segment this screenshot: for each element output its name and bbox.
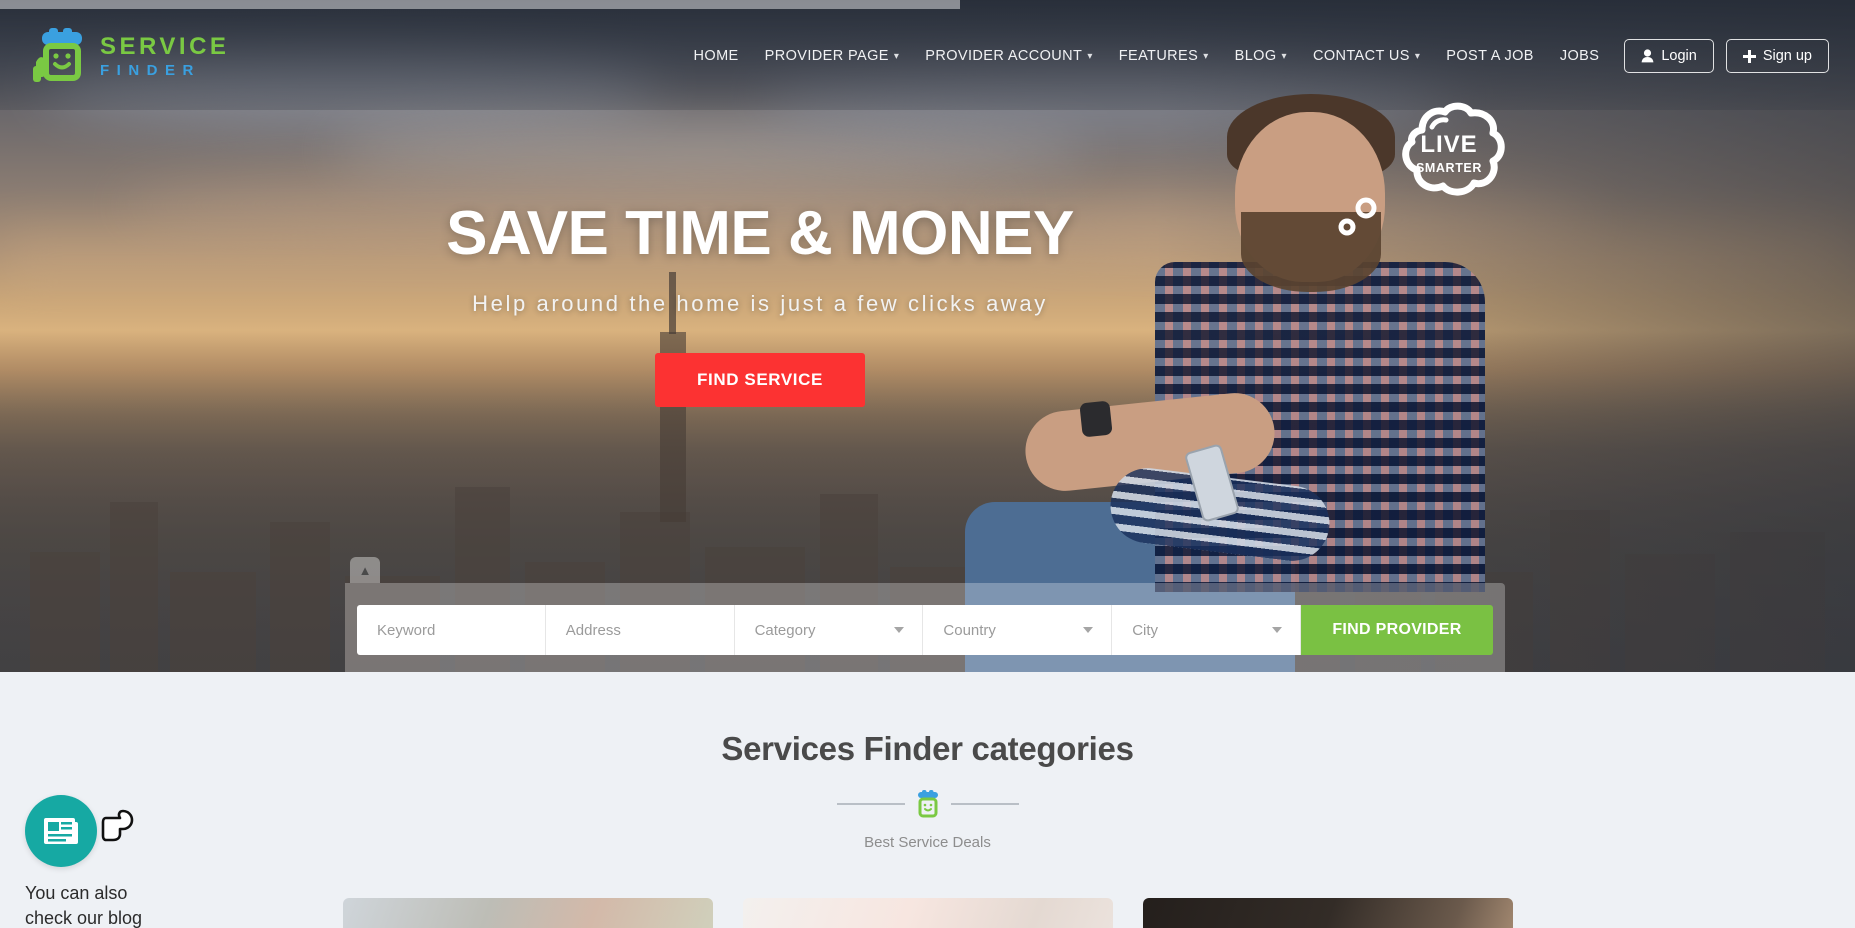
pointing-hand-icon (101, 809, 134, 842)
hero-headline: SAVE TIME & MONEY (446, 199, 1074, 268)
chevron-down-icon (894, 627, 905, 633)
category-cards-row (0, 898, 1855, 928)
nav-item-provider-page[interactable]: PROVIDER PAGE ▾ (752, 48, 913, 64)
bubble-text: LIVE SMARTER (1388, 100, 1510, 208)
main-navigation: HOME PROVIDER PAGE ▾ PROVIDER ACCOUNT ▾ … (681, 39, 1829, 73)
search-select-category[interactable]: Category (734, 605, 924, 655)
search-fields-row: Keyword Address Category Country City FI… (357, 605, 1493, 655)
category-card-1[interactable] (342, 898, 713, 928)
hero-section: LIVE SMARTER SERVICE FINDER HOME PROVIDE… (0, 0, 1855, 672)
blog-widget-text: You can also check our blog (25, 883, 143, 928)
newspaper-icon (44, 818, 78, 844)
search-select-country[interactable]: Country (923, 605, 1113, 655)
search-input-address[interactable]: Address (545, 605, 735, 655)
building (170, 572, 256, 672)
nav-label: PROVIDER ACCOUNT (925, 48, 1083, 64)
nav-label: PROVIDER PAGE (764, 48, 889, 64)
plus-icon (1742, 49, 1756, 63)
nav-item-features[interactable]: FEATURES ▾ (1106, 48, 1222, 64)
chevron-down-icon: ▾ (1281, 51, 1287, 62)
login-button[interactable]: Login (1624, 39, 1714, 73)
country-placeholder: Country (943, 621, 996, 639)
blog-floating-widget[interactable]: You can also check our blog (25, 795, 155, 928)
blog-widget-button[interactable] (25, 795, 97, 867)
hero-copy: SAVE TIME & MONEY Help around the home i… (0, 198, 1520, 407)
hero-subheadline: Help around the home is just a few click… (472, 291, 1048, 316)
keyword-placeholder: Keyword (377, 621, 436, 639)
building (30, 552, 100, 672)
categories-section: Services Finder categories Best Service … (0, 672, 1855, 928)
find-provider-button[interactable]: FIND PROVIDER (1300, 605, 1493, 655)
bubble-line-live: LIVE (1420, 131, 1478, 158)
address-placeholder: Address (565, 621, 621, 639)
nav-label: CONTACT US (1312, 48, 1410, 64)
login-label: Login (1661, 48, 1697, 64)
live-smarter-thought-bubble: LIVE SMARTER (1388, 100, 1510, 208)
categories-subtitle: Best Service Deals (864, 834, 991, 851)
category-card-2[interactable] (742, 898, 1113, 928)
nav-item-provider-account[interactable]: PROVIDER ACCOUNT ▾ (912, 48, 1105, 64)
bubble-line-smarter: SMARTER (1415, 161, 1482, 175)
nav-label: FEATURES (1118, 48, 1199, 64)
search-widget: ▲ Keyword Address Category Country City … (345, 557, 1505, 672)
categories-title: Services Finder categories (721, 730, 1134, 767)
logo-wordmark: SERVICE FINDER (100, 32, 230, 79)
chevron-down-icon (1083, 627, 1094, 633)
signup-button[interactable]: Sign up (1725, 39, 1829, 73)
nav-item-post-a-job[interactable]: POST A JOB (1433, 48, 1547, 64)
site-header: SERVICE FINDER HOME PROVIDER PAGE ▾ PROV… (0, 0, 1855, 112)
signup-label: Sign up (1762, 48, 1812, 64)
search-panel: Keyword Address Category Country City FI… (345, 583, 1505, 672)
nav-item-home[interactable]: HOME (681, 48, 752, 64)
user-icon (1641, 49, 1654, 63)
nav-label: BLOG (1234, 48, 1277, 64)
nav-item-contact-us[interactable]: CONTACT US ▾ (1300, 48, 1433, 64)
nav-label: POST A JOB (1446, 48, 1534, 64)
logo-text-service: SERVICE (100, 32, 230, 60)
city-placeholder: City (1132, 621, 1159, 639)
divider-line-right (950, 803, 1019, 805)
search-collapse-toggle[interactable]: ▲ (350, 557, 380, 583)
category-card-3[interactable] (1142, 898, 1513, 928)
nav-label: HOME (693, 48, 739, 64)
building (110, 502, 158, 672)
nav-item-jobs[interactable]: JOBS (1547, 48, 1612, 64)
thought-bubble-trail-icon (1338, 197, 1377, 236)
building (270, 522, 330, 672)
chevron-up-icon: ▲ (358, 562, 372, 578)
chevron-down-icon: ▾ (1414, 51, 1421, 62)
service-finder-bag-icon (915, 790, 941, 818)
chevron-down-icon (1271, 627, 1282, 633)
logo-text-finder: FINDER (100, 61, 201, 79)
site-logo[interactable]: SERVICE FINDER (30, 26, 229, 86)
page-root: LIVE SMARTER SERVICE FINDER HOME PROVIDE… (0, 0, 1855, 928)
chevron-down-icon: ▾ (893, 51, 900, 62)
top-progress-strip (0, 0, 960, 9)
search-select-city[interactable]: City (1112, 605, 1301, 655)
nav-item-blog[interactable]: BLOG ▾ (1222, 48, 1300, 64)
nav-label: JOBS (1559, 48, 1600, 64)
search-input-keyword[interactable]: Keyword (357, 605, 546, 655)
divider-line-left (836, 803, 905, 805)
find-service-button[interactable]: FIND SERVICE (655, 353, 865, 407)
section-divider (0, 790, 1855, 818)
chevron-down-icon: ▾ (1087, 51, 1093, 62)
category-placeholder: Category (754, 621, 816, 639)
service-finder-bag-icon (30, 26, 92, 86)
chevron-down-icon: ▾ (1203, 51, 1209, 62)
